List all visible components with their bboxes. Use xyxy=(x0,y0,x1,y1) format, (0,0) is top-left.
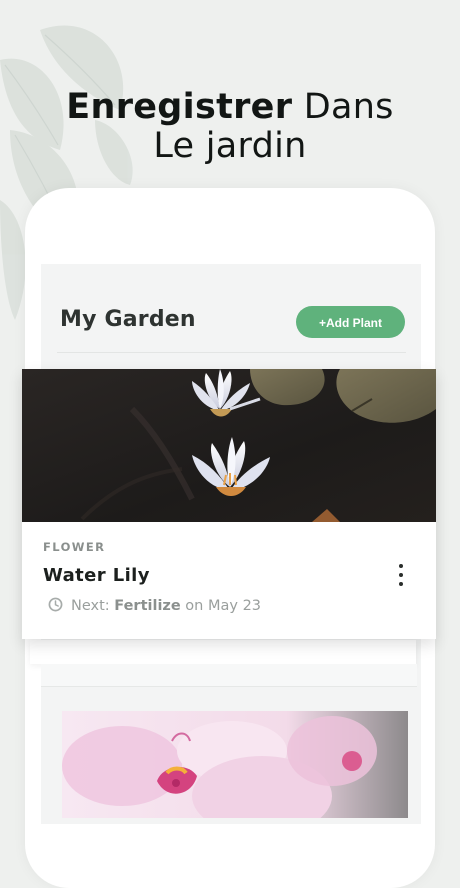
card-stack-layer xyxy=(30,640,416,664)
next-label: Next: xyxy=(71,598,115,614)
header-divider xyxy=(57,352,406,353)
marketing-headline: Enregistrer Dans Le jardin xyxy=(0,88,460,166)
plant-name: Water Lily xyxy=(43,565,150,586)
headline-bold-word: Enregistrer xyxy=(66,87,293,127)
card-stack-layer-back xyxy=(41,664,417,687)
next-task: Fertilize xyxy=(114,598,181,614)
orchid-photo xyxy=(62,711,408,818)
headline-second-line: Le jardin xyxy=(153,126,307,166)
page-title: My Garden xyxy=(60,307,196,332)
next-date: on May 23 xyxy=(180,598,262,614)
headline-light-word: Dans xyxy=(303,87,394,127)
water-lily-photo xyxy=(22,369,436,522)
plant-category: FLOWER xyxy=(43,540,106,554)
clock-icon xyxy=(48,597,63,612)
add-plant-button[interactable]: +Add Plant xyxy=(296,306,405,338)
plant-card[interactable]: FLOWER Water Lily Next: Fertilize on May… xyxy=(22,369,436,639)
more-vertical-icon[interactable] xyxy=(392,564,410,590)
next-task-row: Next: Fertilize on May 23 xyxy=(48,597,261,614)
